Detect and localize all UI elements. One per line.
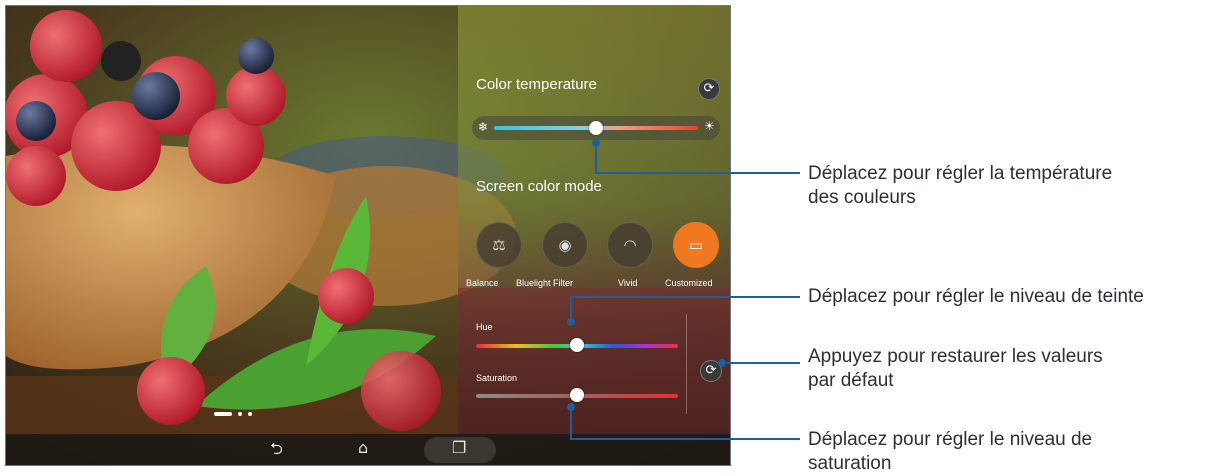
- mode-vivid-label: Vivid: [618, 278, 638, 288]
- callout-line-saturation: [570, 406, 572, 439]
- eye-shield-icon: ◉: [558, 236, 572, 254]
- home-icon[interactable]: ⌂: [358, 438, 368, 457]
- callout-saturation-line1: Déplacez pour régler le niveau de: [808, 429, 1093, 450]
- color-temperature-title: Color temperature: [476, 76, 597, 93]
- page-dot: [248, 412, 252, 416]
- callout-reset: Appuyez pour restaurer les valeurs par d…: [808, 345, 1103, 393]
- device-screen: Color temperature ⟳ ❄ ☀ Screen color mod…: [5, 5, 731, 466]
- callout-line-saturation: [570, 438, 800, 440]
- mode-customized-label: Customized: [665, 278, 713, 288]
- callout-temperature: Déplacez pour régler la température des …: [808, 162, 1112, 210]
- mode-balance-button[interactable]: ⚖: [476, 222, 522, 268]
- mode-balance-label: Balance: [466, 278, 499, 288]
- callout-saturation-line2: saturation: [808, 453, 892, 474]
- color-temperature-thumb[interactable]: [589, 121, 603, 135]
- callout-temperature-line2: des couleurs: [808, 187, 916, 208]
- recent-apps-icon[interactable]: ❐: [452, 438, 466, 457]
- callout-reset-line2: par défaut: [808, 370, 894, 391]
- hue-slider-thumb[interactable]: [570, 338, 584, 352]
- callout-line-hue: [570, 297, 572, 321]
- page-dot: [238, 412, 242, 416]
- rainbow-icon: ◠: [623, 236, 637, 254]
- color-temperature-reset-button[interactable]: ⟳: [698, 78, 720, 100]
- mode-vivid-button[interactable]: ◠: [607, 222, 653, 268]
- saturation-label: Saturation: [476, 373, 518, 383]
- callout-hue: Déplacez pour régler le niveau de teinte: [808, 285, 1144, 309]
- callout-reset-line1: Appuyez pour restaurer les valeurs: [808, 346, 1103, 367]
- mode-bluelight-filter-label: Bluelight Filter: [516, 278, 574, 288]
- screen-color-mode-title: Screen color mode: [476, 178, 602, 195]
- callout-temperature-line1: Déplacez pour régler la température: [808, 163, 1113, 184]
- display-settings-panel: Color temperature ⟳ ❄ ☀ Screen color mod…: [458, 6, 730, 434]
- callout-line-reset: [722, 362, 800, 364]
- divider: [686, 314, 687, 414]
- back-icon[interactable]: ⮌: [270, 438, 283, 465]
- snowflake-icon: ❄: [478, 120, 489, 134]
- sun-icon: ☀: [704, 119, 715, 133]
- hue-label: Hue: [476, 322, 493, 332]
- saturation-slider-thumb[interactable]: [570, 388, 584, 402]
- customized-settings-section: [458, 288, 730, 434]
- refresh-icon: ⟳: [703, 81, 715, 96]
- callout-saturation: Déplacez pour régler le niveau de satura…: [808, 428, 1092, 476]
- callout-line-temperature: [595, 143, 597, 173]
- custom-screen-icon: ▭: [688, 236, 704, 254]
- mode-customized-button[interactable]: ▭: [673, 222, 719, 268]
- callout-line-temperature: [595, 172, 800, 174]
- mode-bluelight-filter-button[interactable]: ◉: [542, 222, 588, 268]
- callout-line-hue: [570, 296, 800, 298]
- scale-icon: ⚖: [492, 236, 506, 254]
- page-dot-active: [214, 412, 232, 416]
- callout-hue-line1: Déplacez pour régler le niveau de teinte: [808, 286, 1144, 307]
